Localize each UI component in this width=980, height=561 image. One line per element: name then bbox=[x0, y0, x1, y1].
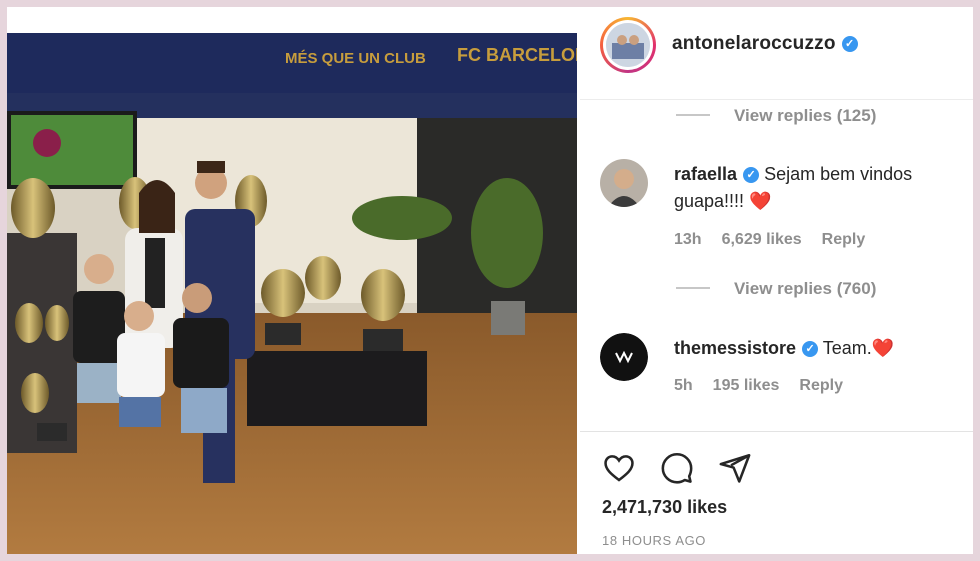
reply-button[interactable]: Reply bbox=[822, 231, 866, 248]
author-username[interactable]: antonelaroccuzzo ✓ bbox=[672, 33, 858, 55]
replies-divider-icon bbox=[676, 114, 710, 116]
comment-age[interactable]: 5h bbox=[674, 377, 693, 394]
replies-divider-icon bbox=[676, 287, 710, 289]
comment-age[interactable]: 13h bbox=[674, 231, 702, 248]
heart-emoji-icon: ❤️ bbox=[871, 338, 895, 358]
comment-icon[interactable] bbox=[660, 451, 694, 485]
author-avatar-image bbox=[606, 23, 650, 67]
likes-count[interactable]: 2,471,730 likes bbox=[602, 497, 727, 518]
messistore-logo-icon bbox=[600, 333, 648, 381]
comment-likes[interactable]: 195 likes bbox=[713, 377, 780, 394]
comment-avatar-image bbox=[600, 159, 648, 207]
view-replies-button-2[interactable]: View replies (760) bbox=[676, 279, 876, 299]
comments-list[interactable]: View replies (125) rafaella ✓ Sejam bem v… bbox=[580, 99, 973, 432]
comment-username[interactable]: themessistore bbox=[674, 338, 796, 358]
verified-badge-icon: ✓ bbox=[841, 36, 858, 52]
post-photo-illustration: MÉS QUE UN CLUB FC BARCELONA bbox=[7, 33, 577, 554]
post-photo[interactable]: MÉS QUE UN CLUB FC BARCELONA bbox=[7, 33, 577, 554]
comment-likes[interactable]: 6,629 likes bbox=[722, 231, 802, 248]
comment-text: themessistore ✓ Team.❤️ bbox=[674, 335, 973, 362]
verified-badge-icon: ✓ bbox=[743, 167, 760, 183]
view-replies-label-2[interactable]: View replies (760) bbox=[734, 279, 876, 298]
comment-text: rafaella ✓ Sejam bem vindos guapa!!!! ❤️ bbox=[674, 161, 973, 215]
comment-meta: 5h 195 likes Reply bbox=[674, 377, 863, 395]
heart-icon[interactable] bbox=[602, 451, 636, 485]
comment-meta: 13h 6,629 likes Reply bbox=[674, 231, 885, 249]
comment-body: Team. bbox=[822, 338, 872, 358]
reply-button[interactable]: Reply bbox=[799, 377, 843, 394]
page-frame: MÉS QUE UN CLUB FC BARCELONA bbox=[0, 0, 980, 561]
view-replies-label-1[interactable]: View replies (125) bbox=[734, 106, 876, 125]
author-username-text[interactable]: antonelaroccuzzo bbox=[672, 33, 836, 54]
view-replies-button-1[interactable]: View replies (125) bbox=[676, 106, 876, 126]
author-avatar[interactable] bbox=[600, 17, 656, 73]
share-icon[interactable] bbox=[718, 451, 752, 485]
comment-avatar[interactable] bbox=[600, 159, 648, 207]
verified-badge-icon: ✓ bbox=[802, 341, 819, 357]
comment-username[interactable]: rafaella bbox=[674, 164, 737, 184]
post-timestamp[interactable]: 18 HOURS AGO bbox=[602, 533, 706, 548]
post-side-panel: antonelaroccuzzo ✓ View replies (125) raf… bbox=[580, 7, 973, 554]
banner-text-right: FC BARCELONA bbox=[457, 45, 577, 65]
banner-text-left: MÉS QUE UN CLUB bbox=[285, 50, 426, 67]
heart-emoji-icon: ❤️ bbox=[749, 191, 772, 211]
instagram-post-card: MÉS QUE UN CLUB FC BARCELONA bbox=[7, 7, 973, 554]
comment-avatar[interactable] bbox=[600, 333, 648, 381]
post-header: antonelaroccuzzo ✓ bbox=[580, 7, 973, 100]
